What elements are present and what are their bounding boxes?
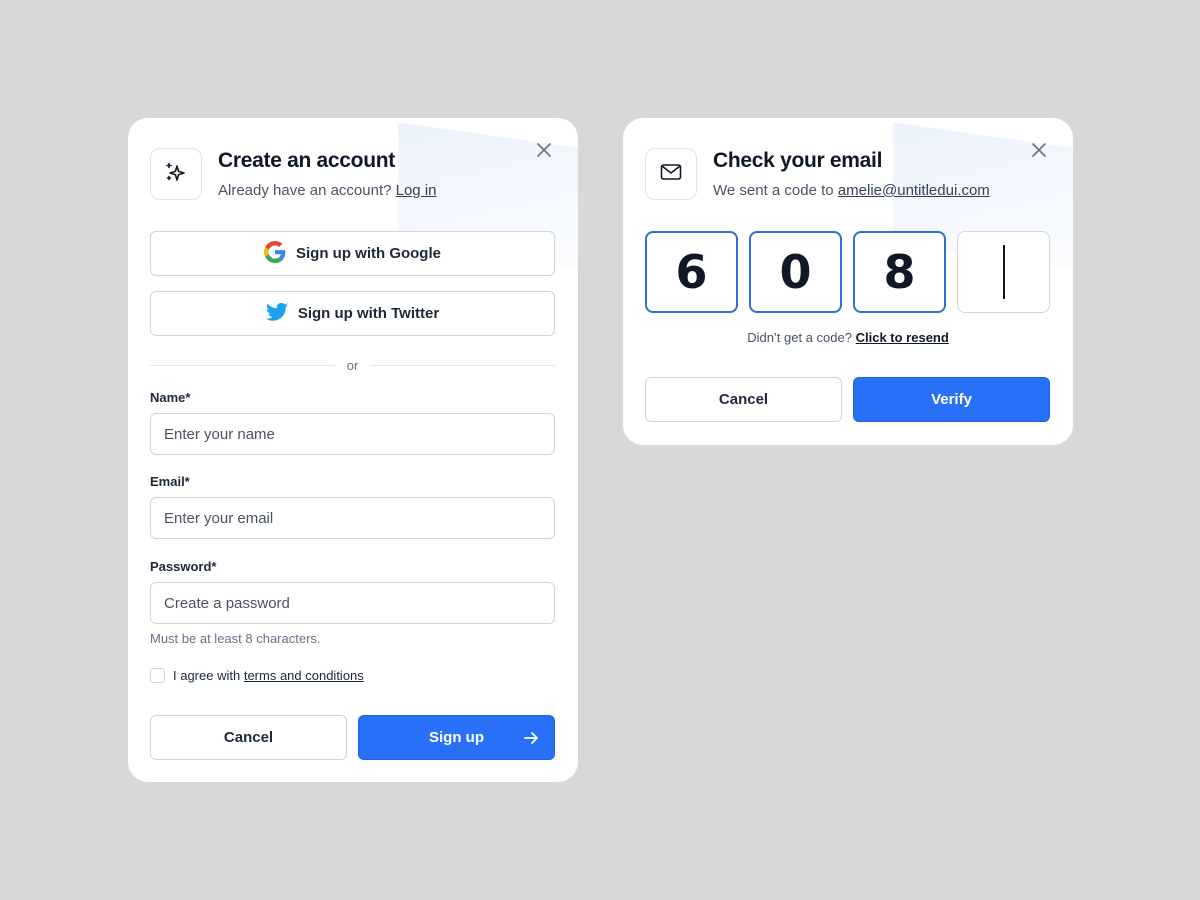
code-digit-input[interactable]: 0	[749, 231, 842, 313]
signup-modal: Create an account Already have an accoun…	[128, 118, 578, 782]
code-digit-input[interactable]	[957, 231, 1050, 313]
close-button[interactable]	[1029, 142, 1049, 162]
cancel-label: Cancel	[718, 391, 769, 408]
resend-text: Didn’t get a code?	[747, 330, 852, 345]
terms-checkbox[interactable]	[150, 668, 165, 683]
password-hint: Must be at least 8 characters.	[150, 631, 321, 646]
code-digit: 6	[675, 245, 708, 299]
code-digit-input[interactable]: 6	[645, 231, 738, 313]
google-signup-button[interactable]: Sign up with Google	[150, 231, 555, 276]
google-signup-label: Sign up with Google	[296, 245, 441, 262]
agree-text: I agree with	[173, 668, 241, 683]
divider-line	[370, 364, 555, 366]
subtitle-text: We sent a code to	[713, 182, 834, 199]
or-divider: or	[150, 356, 555, 374]
verify-email-modal: Check your email We sent a code to ameli…	[623, 118, 1073, 445]
header-icon-box	[150, 148, 202, 200]
mail-icon	[660, 163, 682, 186]
cancel-button[interactable]: Cancel	[645, 377, 842, 422]
divider-text: or	[346, 357, 359, 373]
sign-up-button[interactable]: Sign up	[358, 715, 555, 760]
text-caret	[1002, 245, 1005, 299]
modal-title: Create an account	[218, 149, 395, 172]
email-label: Email*	[150, 474, 190, 489]
header-icon-box	[645, 148, 697, 200]
close-icon	[536, 142, 552, 163]
terms-link[interactable]: terms and conditions	[244, 668, 364, 683]
password-field[interactable]	[150, 582, 555, 624]
divider-line	[150, 364, 335, 366]
login-link[interactable]: Log in	[396, 182, 437, 199]
twitter-logo-icon	[265, 302, 288, 326]
twitter-signup-label: Sign up with Twitter	[297, 305, 440, 322]
google-logo-icon	[264, 240, 286, 267]
verify-button[interactable]: Verify	[853, 377, 1050, 422]
terms-agreement: I agree with terms and conditions	[150, 668, 364, 683]
name-field[interactable]	[150, 413, 555, 455]
email-field[interactable]	[150, 497, 555, 539]
sparkle-icon	[164, 160, 188, 189]
modal-title: Check your email	[713, 149, 883, 172]
email-address-link[interactable]: amelie@untitledui.com	[838, 182, 990, 199]
close-icon	[1031, 142, 1047, 163]
cancel-label: Cancel	[223, 729, 274, 746]
verify-label: Verify	[931, 391, 972, 408]
arrow-right-icon	[522, 729, 540, 751]
name-label: Name*	[150, 390, 191, 405]
sign-up-label: Sign up	[429, 729, 484, 746]
subtitle-text: Already have an account?	[218, 182, 392, 199]
cancel-button[interactable]: Cancel	[150, 715, 347, 760]
modal-subtitle: Already have an account? Log in	[218, 182, 437, 199]
code-digit: 8	[883, 245, 916, 299]
code-digit-input[interactable]: 8	[853, 231, 946, 313]
modal-subtitle: We sent a code to amelie@untitledui.com	[713, 182, 990, 199]
close-button[interactable]	[534, 142, 554, 162]
resend-row: Didn’t get a code? Click to resend	[623, 330, 1073, 345]
twitter-signup-button[interactable]: Sign up with Twitter	[150, 291, 555, 336]
password-label: Password*	[150, 559, 217, 574]
code-digit: 0	[779, 245, 812, 299]
resend-link[interactable]: Click to resend	[856, 330, 949, 345]
